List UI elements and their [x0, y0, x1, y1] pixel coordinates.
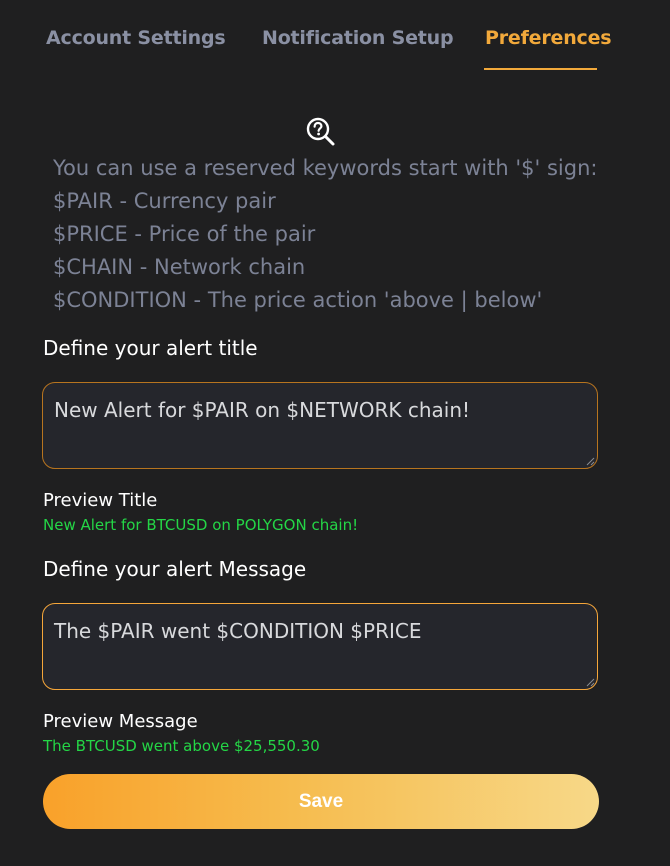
resize-grip-icon[interactable] [586, 678, 595, 687]
tab-preferences[interactable]: Preferences [485, 27, 612, 49]
alert-title-value: New Alert for $PAIR on $NETWORK chain! [54, 398, 471, 422]
help-search-icon[interactable] [305, 116, 337, 148]
resize-grip-icon[interactable] [586, 457, 595, 466]
tab-bar: Account Settings Notification Setup Pref… [0, 0, 670, 80]
alert-message-input[interactable]: The $PAIR went $CONDITION $PRICE [42, 603, 598, 690]
alert-message-value: The $PAIR went $CONDITION $PRICE [54, 619, 422, 643]
tab-account-settings[interactable]: Account Settings [46, 27, 226, 49]
preview-title-value: New Alert for BTCUSD on POLYGON chain! [43, 516, 359, 534]
preview-title-label: Preview Title [43, 490, 158, 511]
reserved-keywords-help: You can use a reserved keywords start wi… [53, 152, 653, 317]
help-line: $PAIR - Currency pair [53, 189, 276, 213]
alert-message-label: Define your alert Message [43, 557, 307, 581]
active-tab-indicator [484, 68, 597, 70]
preview-message-label: Preview Message [43, 711, 198, 732]
preview-message-value: The BTCUSD went above $25,550.30 [43, 737, 320, 755]
tab-notification-setup[interactable]: Notification Setup [262, 27, 454, 49]
help-line: $CONDITION - The price action 'above | b… [53, 288, 543, 312]
alert-title-input[interactable]: New Alert for $PAIR on $NETWORK chain! [42, 382, 598, 469]
alert-title-label: Define your alert title [43, 336, 258, 360]
help-line: $CHAIN - Network chain [53, 255, 306, 279]
help-line: $PRICE - Price of the pair [53, 222, 316, 246]
save-button[interactable]: Save [43, 774, 599, 829]
help-line: You can use a reserved keywords start wi… [53, 156, 598, 180]
